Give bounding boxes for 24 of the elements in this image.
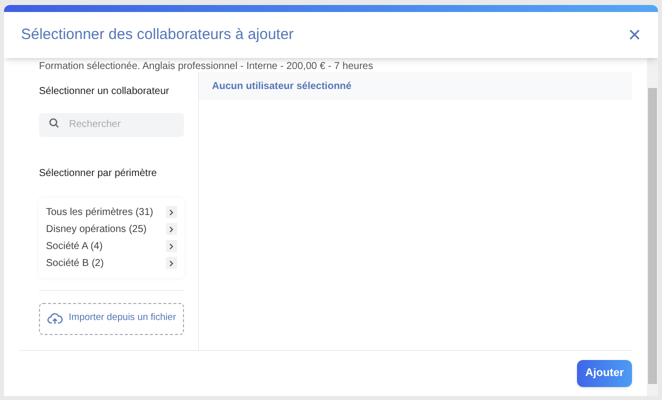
search-icon bbox=[49, 118, 59, 128]
empty-state-message: Aucun utilisateur sélectionné bbox=[199, 72, 632, 100]
scope-item[interactable]: Société A (4) bbox=[46, 238, 103, 254]
chevron-right-icon bbox=[169, 242, 174, 250]
dialog-title: Sélectionner des collaborateurs à ajouter bbox=[21, 24, 294, 45]
import-button[interactable]: Importer depuis un fichier bbox=[39, 302, 184, 334]
scrollbar[interactable] bbox=[647, 58, 658, 396]
section-heading: Sélectionner par périmètre bbox=[39, 166, 158, 180]
chevron-button[interactable] bbox=[166, 257, 177, 269]
section-heading: Sélectionner un collaborateur bbox=[39, 85, 170, 99]
scope-item[interactable]: Tous les périmètres (31) bbox=[46, 204, 154, 220]
training-info: Formation sélectionée. Anglais professionnel - Interne - 200,00 € - 7 heures bbox=[38, 60, 374, 72]
chevron-button[interactable] bbox=[166, 223, 177, 235]
search-field[interactable]: Rechercher bbox=[39, 112, 184, 136]
chevron-right-icon bbox=[169, 208, 174, 216]
chevron-right-icon bbox=[169, 226, 174, 232]
chevron-right-icon bbox=[169, 260, 174, 266]
close-button[interactable]: × bbox=[628, 24, 641, 46]
chevron-button[interactable] bbox=[166, 206, 177, 218]
chevron-button[interactable] bbox=[166, 240, 177, 252]
add-button[interactable]: Ajouter bbox=[577, 360, 632, 387]
scope-item[interactable]: Société B (2) bbox=[46, 256, 104, 270]
scope-item[interactable]: Disney opérations (25) bbox=[46, 222, 147, 236]
cloud-upload-icon bbox=[47, 312, 63, 324]
